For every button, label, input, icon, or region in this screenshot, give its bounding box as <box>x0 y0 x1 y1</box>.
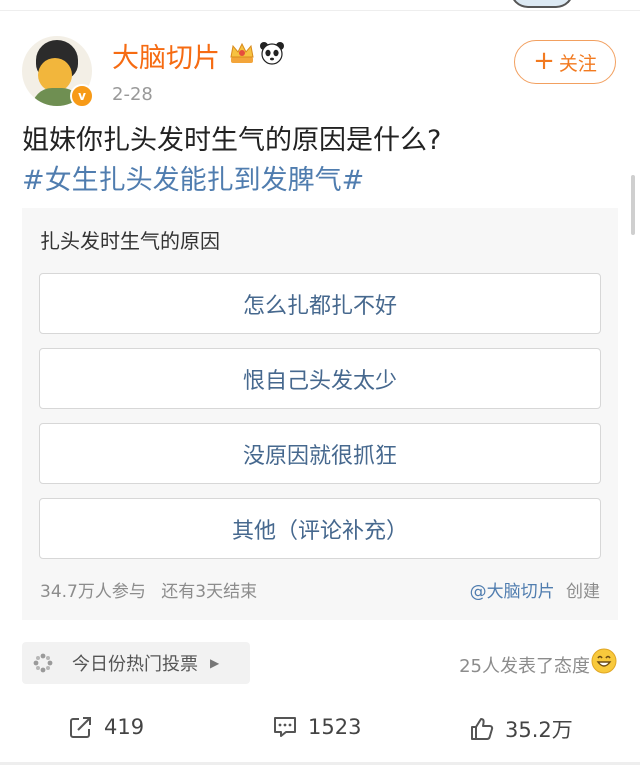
burst-icon <box>33 653 53 673</box>
post-text: 姐妹你扎头发时生气的原因是什么? <box>22 125 442 156</box>
vote-option[interactable]: 恨自己头发太少 <box>39 348 601 409</box>
scrollbar[interactable] <box>631 175 635 235</box>
verified-badge-icon: v <box>70 84 94 108</box>
vote-creator-suffix: 创建 <box>566 582 600 602</box>
play-arrow-icon: ▶ <box>210 656 220 670</box>
comment-action[interactable]: 1523 <box>272 714 361 740</box>
hot-vote-label: 今日份热门投票 <box>72 654 198 675</box>
vote-option[interactable]: 其他（评论补充） <box>39 498 601 559</box>
vote-meta: 34.7万人参与 还有3天结束 <box>40 577 257 602</box>
avatar-face <box>38 58 72 92</box>
smile-icon[interactable] <box>591 648 617 674</box>
vote-option[interactable]: 没原因就很抓狂 <box>39 423 601 484</box>
comment-count: 1523 <box>308 715 362 739</box>
post-hashtag[interactable]: #女生扎头发能扎到发脾气# <box>22 160 364 202</box>
repost-icon <box>70 717 91 738</box>
like-icon <box>471 718 494 740</box>
repost-action[interactable]: 419 <box>68 714 144 740</box>
vote-creator-link[interactable]: @大脑切片 <box>470 582 555 602</box>
vote-card: 扎头发时生气的原因 怎么扎都扎不好 恨自己头发太少 没原因就很抓狂 其他（评论补… <box>22 208 618 620</box>
comment-icon <box>274 717 296 737</box>
action-bar: 419 1523 35.2万 <box>0 706 640 756</box>
vote-remaining: 还有3天结束 <box>161 582 258 602</box>
crown-icon <box>230 42 254 63</box>
post-date: 2-28 <box>112 84 153 105</box>
author-name[interactable]: 大脑切片 <box>112 36 220 75</box>
vote-option[interactable]: 怎么扎都扎不好 <box>39 273 601 334</box>
follow-label: 关注 <box>558 52 597 75</box>
repost-count: 419 <box>104 715 145 739</box>
panda-icon <box>260 42 284 65</box>
vote-title: 扎头发时生气的原因 <box>40 229 220 253</box>
vote-participants: 34.7万人参与 <box>40 582 146 602</box>
follow-button[interactable]: + 关注 <box>514 40 616 84</box>
like-count: 35.2万 <box>505 718 573 742</box>
vote-creator: @大脑切片 创建 <box>470 577 600 602</box>
plus-icon: + <box>533 46 555 76</box>
like-action[interactable]: 35.2万 <box>469 714 573 744</box>
hot-vote-link[interactable]: 今日份热门投票 ▶ <box>22 642 250 684</box>
reaction-text[interactable]: 25人发表了态度 <box>459 652 590 678</box>
